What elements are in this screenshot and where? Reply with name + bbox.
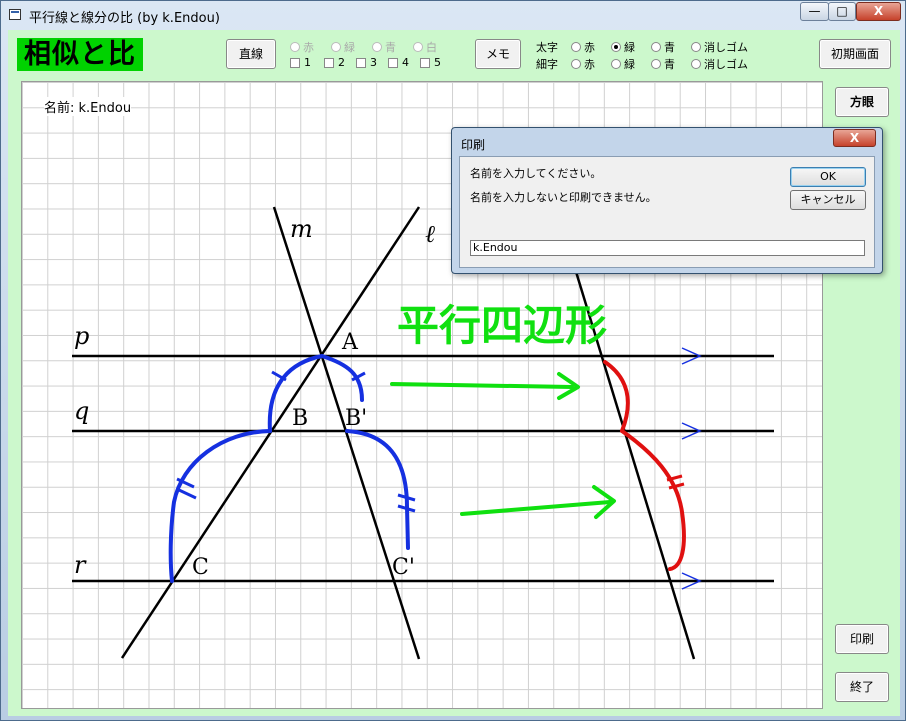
reset-button[interactable]: 初期画面	[819, 39, 891, 69]
line-color-blue-radio[interactable]: 青	[372, 39, 396, 55]
line-color-green-radio[interactable]: 緑	[331, 39, 355, 55]
thick-blue-radio[interactable]: 青	[651, 39, 675, 55]
name-input[interactable]: k.Endou	[470, 240, 865, 256]
handwritten-text: 平行四辺形	[397, 301, 607, 350]
thick-green-radio[interactable]: 緑	[611, 39, 635, 55]
line-2-checkbox[interactable]: 2	[324, 56, 345, 69]
label-p: p	[74, 322, 89, 350]
point-b: B	[292, 406, 308, 431]
app-window: 平行線と線分の比 (by k.Endou) — □ X 相似と比 直線 赤 緑 …	[0, 0, 906, 721]
print-button[interactable]: 印刷	[835, 624, 889, 654]
minimize-button[interactable]: —	[800, 2, 829, 21]
thin-red-radio[interactable]: 赤	[571, 56, 595, 72]
line-5-checkbox[interactable]: 5	[420, 56, 441, 69]
label-m: m	[290, 215, 313, 243]
title-bar: 平行線と線分の比 (by k.Endou) — □ X	[1, 1, 905, 29]
exit-button[interactable]: 終了	[835, 672, 889, 702]
label-q: q	[74, 397, 89, 425]
point-b-prime: B'	[345, 406, 367, 431]
close-button[interactable]: X	[856, 2, 901, 21]
thin-blue-radio[interactable]: 青	[651, 56, 675, 72]
label-r: r	[74, 551, 87, 579]
grid-button[interactable]: 方眼	[835, 87, 889, 117]
label-l: ℓ	[425, 220, 435, 248]
thick-label: 太字	[536, 41, 558, 54]
dialog-body: 名前を入力してください。 名前を入力しないと印刷できません。 OK キャンセル …	[459, 156, 875, 268]
line-m	[272, 206, 421, 660]
thick-eraser-radio[interactable]: 消しゴム	[691, 39, 748, 55]
point-c: C	[192, 555, 209, 580]
line-button[interactable]: 直線	[226, 39, 276, 69]
line-4-checkbox[interactable]: 4	[388, 56, 409, 69]
line-color-red-radio[interactable]: 赤	[290, 39, 314, 55]
window-title: 平行線と線分の比 (by k.Endou)	[29, 11, 220, 26]
dialog-message-1: 名前を入力してください。	[470, 167, 602, 180]
dialog-message-2: 名前を入力しないと印刷できません。	[470, 191, 657, 204]
cancel-button[interactable]: キャンセル	[790, 190, 866, 210]
app-logo: 相似と比	[17, 38, 143, 71]
thin-green-radio[interactable]: 緑	[611, 56, 635, 72]
point-c-prime: C'	[392, 555, 415, 580]
print-dialog: 印刷 X 名前を入力してください。 名前を入力しないと印刷できません。 OK キ…	[451, 127, 883, 274]
line-1-checkbox[interactable]: 1	[290, 56, 311, 69]
maximize-button[interactable]: □	[828, 2, 856, 21]
ok-button[interactable]: OK	[790, 167, 866, 187]
thick-red-radio[interactable]: 赤	[571, 39, 595, 55]
line-3-checkbox[interactable]: 3	[356, 56, 377, 69]
thin-label: 細字	[536, 58, 558, 71]
thin-eraser-radio[interactable]: 消しゴム	[691, 56, 748, 72]
dialog-title: 印刷	[461, 138, 486, 152]
point-a: A	[341, 330, 359, 355]
app-icon	[9, 9, 21, 20]
dialog-close-button[interactable]: X	[833, 129, 876, 147]
memo-button[interactable]: メモ	[475, 39, 521, 69]
line-color-white-radio[interactable]: 白	[413, 39, 437, 55]
